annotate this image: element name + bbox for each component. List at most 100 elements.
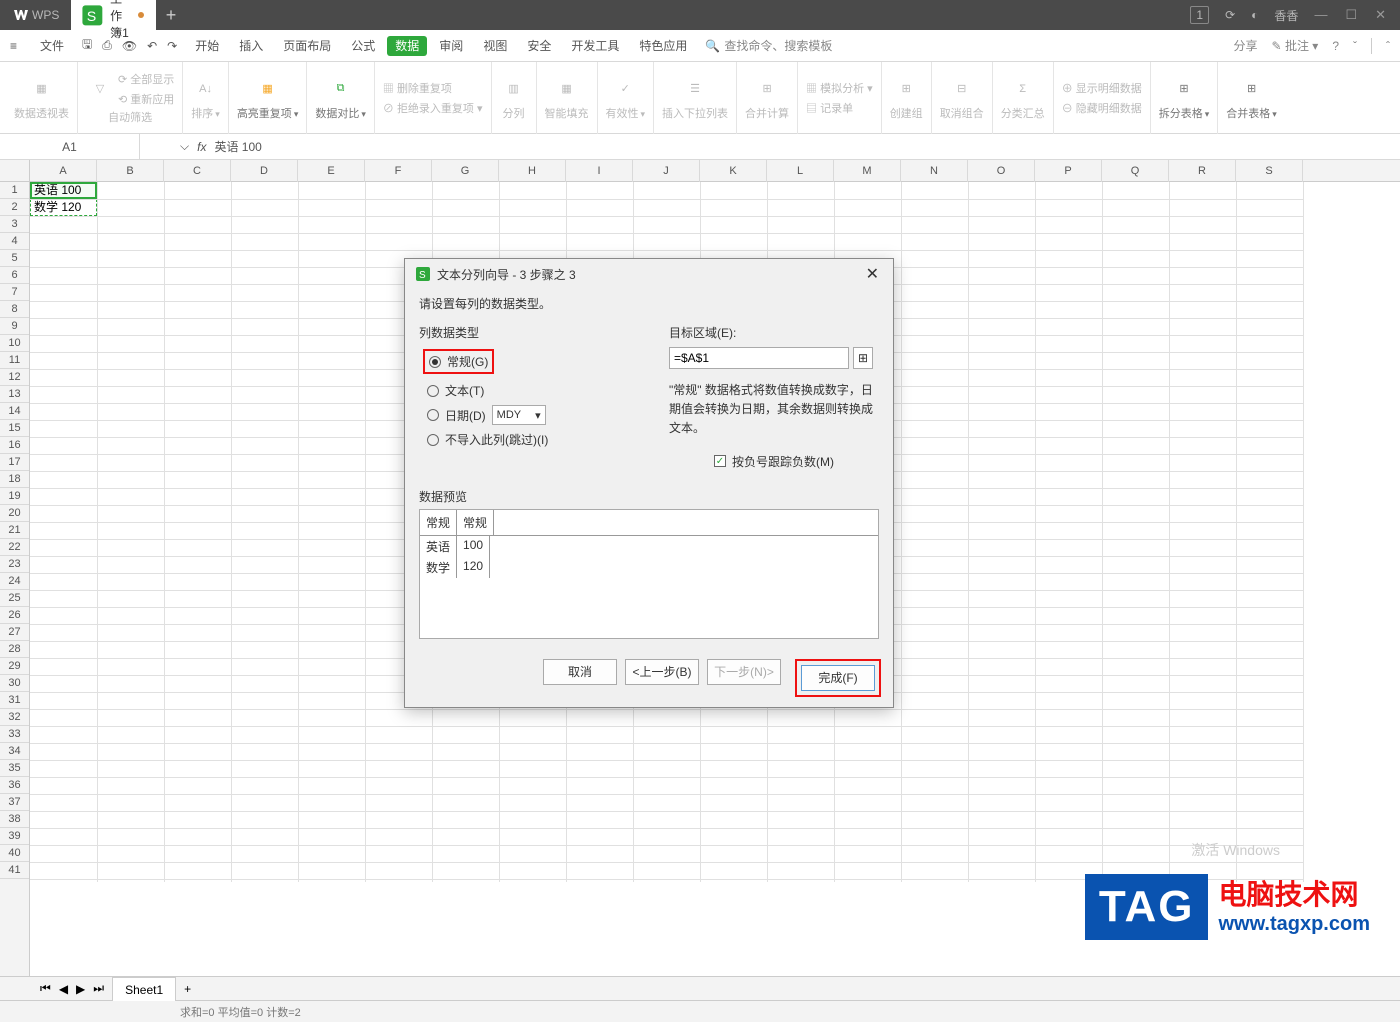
redo-icon[interactable]: ↷ bbox=[167, 39, 177, 53]
tab-formula[interactable]: 公式 bbox=[343, 30, 383, 62]
row-header-2[interactable]: 2 bbox=[0, 199, 29, 216]
tab-view[interactable]: 视图 bbox=[475, 30, 515, 62]
validity-button[interactable]: ✓有效性 bbox=[598, 62, 655, 134]
date-format-select[interactable]: MDY▾ bbox=[492, 405, 546, 425]
autofilter-button[interactable]: ▽⟳ 全部显示⟲ 重新应用 自动筛选 bbox=[78, 62, 183, 134]
data-compare-button[interactable]: ⧉数据对比 bbox=[307, 62, 375, 134]
row-header-21[interactable]: 21 bbox=[0, 522, 29, 539]
col-header-b[interactable]: B bbox=[97, 160, 164, 182]
formula-text[interactable]: 英语 100 bbox=[214, 138, 261, 155]
col-header-q[interactable]: Q bbox=[1102, 160, 1169, 182]
col-header-s[interactable]: S bbox=[1236, 160, 1303, 182]
tab-data[interactable]: 数据 bbox=[387, 36, 427, 56]
row-header-15[interactable]: 15 bbox=[0, 420, 29, 437]
next-sheet-icon[interactable]: ▶ bbox=[76, 982, 85, 996]
row-header-41[interactable]: 41 bbox=[0, 862, 29, 879]
dialog-titlebar[interactable]: S 文本分列向导 - 3 步骤之 3 ✕ bbox=[405, 259, 893, 289]
tab-security[interactable]: 安全 bbox=[519, 30, 559, 62]
col-header-o[interactable]: O bbox=[968, 160, 1035, 182]
tab-insert[interactable]: 插入 bbox=[231, 30, 271, 62]
select-all-corner[interactable] bbox=[0, 160, 30, 182]
share-button[interactable]: 分享 bbox=[1234, 37, 1258, 54]
back-button[interactable]: <上一步(B) bbox=[625, 659, 699, 685]
negative-checkbox[interactable]: ✓ bbox=[714, 455, 726, 467]
tab-devtools[interactable]: 开发工具 bbox=[563, 30, 627, 62]
row-header-5[interactable]: 5 bbox=[0, 250, 29, 267]
row-header-17[interactable]: 17 bbox=[0, 454, 29, 471]
tab-review[interactable]: 审阅 bbox=[431, 30, 471, 62]
row-header-25[interactable]: 25 bbox=[0, 590, 29, 607]
user-name[interactable]: 香香 bbox=[1274, 7, 1298, 24]
row-header-11[interactable]: 11 bbox=[0, 352, 29, 369]
sync-icon[interactable]: ⟳ bbox=[1225, 8, 1235, 22]
row-header-9[interactable]: 9 bbox=[0, 318, 29, 335]
tab-layout[interactable]: 页面布局 bbox=[275, 30, 339, 62]
target-range-input[interactable] bbox=[669, 347, 849, 369]
row-header-4[interactable]: 4 bbox=[0, 233, 29, 250]
col-header-g[interactable]: G bbox=[432, 160, 499, 182]
undo-icon[interactable]: ↶ bbox=[147, 39, 157, 53]
radio-date[interactable] bbox=[427, 409, 439, 421]
dialog-close-button[interactable]: ✕ bbox=[862, 264, 883, 284]
row-header-39[interactable]: 39 bbox=[0, 828, 29, 845]
show-detail-button[interactable]: ⊕ 显示明细数据 bbox=[1062, 80, 1142, 96]
row-header-33[interactable]: 33 bbox=[0, 726, 29, 743]
close-button[interactable]: ✕ bbox=[1375, 7, 1386, 23]
consolidate-button[interactable]: ⊞合并计算 bbox=[737, 62, 798, 134]
row-header-31[interactable]: 31 bbox=[0, 692, 29, 709]
file-menu[interactable]: 文件 bbox=[32, 30, 72, 62]
ribbon-collapse-icon[interactable]: ˇ bbox=[1353, 39, 1357, 53]
prev-sheet-icon[interactable]: ◀ bbox=[59, 982, 68, 996]
fx-icon[interactable]: fx bbox=[197, 140, 206, 154]
row-header-14[interactable]: 14 bbox=[0, 403, 29, 420]
tab-start[interactable]: 开始 bbox=[187, 30, 227, 62]
preview-icon[interactable]: 👁 bbox=[122, 39, 137, 53]
radio-general[interactable] bbox=[429, 356, 441, 368]
tab-special[interactable]: 特色应用 bbox=[631, 30, 695, 62]
row-header-1[interactable]: 1 bbox=[0, 182, 29, 199]
row-header-35[interactable]: 35 bbox=[0, 760, 29, 777]
row-header-19[interactable]: 19 bbox=[0, 488, 29, 505]
col-header-e[interactable]: E bbox=[298, 160, 365, 182]
hamburger-icon[interactable]: ≡ bbox=[10, 39, 28, 53]
form-button[interactable]: ▤ 记录单 bbox=[806, 100, 853, 116]
row-header-26[interactable]: 26 bbox=[0, 607, 29, 624]
fx-dropdown-icon[interactable]: ⌵ bbox=[180, 139, 189, 154]
col-header-n[interactable]: N bbox=[901, 160, 968, 182]
col-header-c[interactable]: C bbox=[164, 160, 231, 182]
row-header-13[interactable]: 13 bbox=[0, 386, 29, 403]
col-header-k[interactable]: K bbox=[700, 160, 767, 182]
row-header-37[interactable]: 37 bbox=[0, 794, 29, 811]
col-header-a[interactable]: A bbox=[30, 160, 97, 182]
row-header-23[interactable]: 23 bbox=[0, 556, 29, 573]
smartfill-button[interactable]: ▦智能填充 bbox=[537, 62, 598, 134]
last-sheet-icon[interactable]: ⏭ bbox=[93, 981, 104, 996]
help-icon[interactable]: ? bbox=[1332, 39, 1339, 53]
highlight-dup-button[interactable]: ▦高亮重复项 bbox=[229, 62, 308, 134]
row-header-7[interactable]: 7 bbox=[0, 284, 29, 301]
row-header-8[interactable]: 8 bbox=[0, 301, 29, 318]
row-header-6[interactable]: 6 bbox=[0, 267, 29, 284]
row-header-24[interactable]: 24 bbox=[0, 573, 29, 590]
dropdown-button[interactable]: ☰插入下拉列表 bbox=[654, 62, 737, 134]
whatif-button[interactable]: ▦ 模拟分析 ▾ bbox=[806, 80, 873, 96]
merge-table-button[interactable]: ⊞合并表格 bbox=[1218, 62, 1285, 134]
user-avatar-icon[interactable]: ◐ bbox=[1251, 8, 1258, 22]
col-header-d[interactable]: D bbox=[231, 160, 298, 182]
col-header-m[interactable]: M bbox=[834, 160, 901, 182]
row-header-29[interactable]: 29 bbox=[0, 658, 29, 675]
col-header-r[interactable]: R bbox=[1169, 160, 1236, 182]
comment-button[interactable]: ✎ 批注 ▾ bbox=[1272, 37, 1319, 54]
row-header-3[interactable]: 3 bbox=[0, 216, 29, 233]
radio-text[interactable] bbox=[427, 385, 439, 397]
reject-dup-button[interactable]: ⊘ 拒绝录入重复项 ▾ bbox=[383, 100, 483, 116]
row-header-40[interactable]: 40 bbox=[0, 845, 29, 862]
row-header-20[interactable]: 20 bbox=[0, 505, 29, 522]
name-box[interactable]: A1 bbox=[0, 134, 140, 160]
hide-detail-button[interactable]: ⊖ 隐藏明细数据 bbox=[1062, 100, 1142, 116]
col-header-f[interactable]: F bbox=[365, 160, 432, 182]
remove-dup-button[interactable]: ▦ 删除重复项 bbox=[383, 80, 452, 96]
pivot-button[interactable]: ▦数据透视表 bbox=[6, 62, 78, 134]
split-table-button[interactable]: ⊞拆分表格 bbox=[1151, 62, 1219, 134]
row-header-27[interactable]: 27 bbox=[0, 624, 29, 641]
